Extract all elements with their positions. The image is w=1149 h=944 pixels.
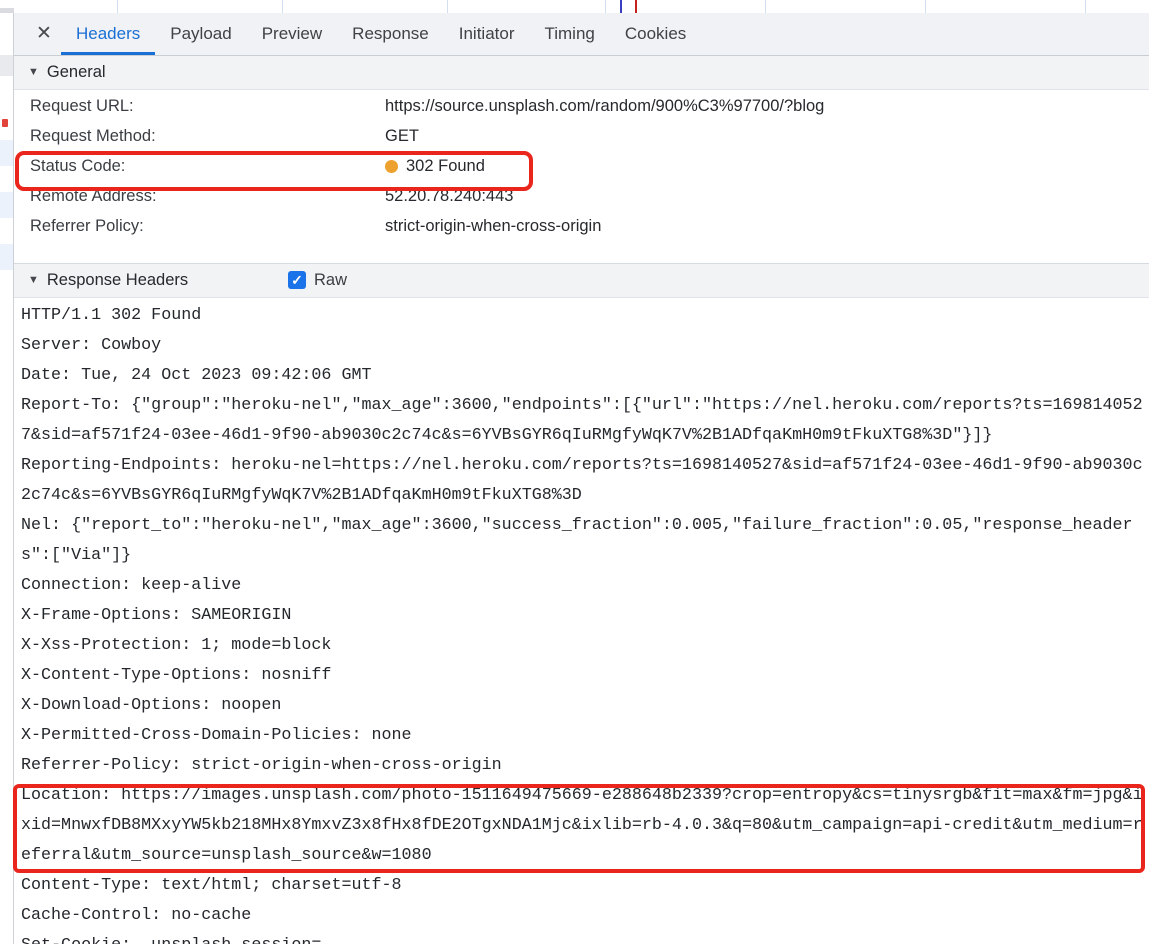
column-divider: [605, 0, 606, 13]
raw-checkbox-label[interactable]: Raw: [314, 271, 347, 290]
raw-header-line: X-Content-Type-Options: nosniff: [14, 661, 1149, 691]
header-row-value-text: 52.20.78.240:443: [385, 187, 513, 206]
tab-response[interactable]: Response: [337, 13, 444, 55]
column-divider: [1085, 0, 1086, 13]
header-row-label: Status Code:: [30, 157, 385, 176]
raw-header-line: HTTP/1.1 302 Found: [14, 301, 1149, 331]
column-divider: [765, 0, 766, 13]
tab-timing[interactable]: Timing: [529, 13, 609, 55]
header-row-label: Remote Address:: [30, 187, 385, 206]
failed-request-text-fragment: [2, 119, 8, 127]
general-rows: Request URL:https://source.unsplash.com/…: [14, 91, 1149, 241]
raw-header-line: X-Frame-Options: SAMEORIGIN: [14, 601, 1149, 631]
header-row-value: https://source.unsplash.com/random/900%C…: [385, 97, 1149, 116]
header-row-label: Referrer Policy:: [30, 217, 385, 236]
raw-header-line: Server: Cowboy: [14, 331, 1149, 361]
network-waterfall-edge: [0, 0, 1149, 14]
disclosure-triangle-icon[interactable]: ▼: [28, 274, 39, 286]
tab-cookies[interactable]: Cookies: [610, 13, 701, 55]
devtools-network-headers-panel: ✕ HeadersPayloadPreviewResponseInitiator…: [0, 0, 1149, 944]
header-row-request-method: Request Method:GET: [14, 121, 1149, 151]
raw-header-line-clipped: Set-Cookie: _unsplash_session=…: [14, 931, 1149, 944]
disclosure-triangle-icon[interactable]: ▼: [28, 66, 39, 78]
raw-header-line-location: eferral&utm_source=unsplash_source&w=108…: [14, 841, 1149, 871]
raw-header-line-location: xid=MnwxfDB8MXxyYW5kb218MHx8YmxvZ3x8fHx8…: [14, 811, 1149, 841]
header-row-value-text: https://source.unsplash.com/random/900%C…: [385, 97, 824, 116]
raw-header-line: Connection: keep-alive: [14, 571, 1149, 601]
raw-checkbox[interactable]: ✓: [288, 271, 306, 289]
header-row-value: 52.20.78.240:443: [385, 187, 1149, 206]
load-event-marker: [635, 0, 637, 13]
header-row-value: GET: [385, 127, 1149, 146]
header-row-value-text: GET: [385, 127, 419, 146]
raw-header-line: Nel: {"report_to":"heroku-nel","max_age"…: [14, 511, 1149, 541]
raw-header-line: Cache-Control: no-cache: [14, 901, 1149, 931]
raw-header-line: X-Permitted-Cross-Domain-Policies: none: [14, 721, 1149, 751]
header-row-value-text: strict-origin-when-cross-origin: [385, 217, 601, 236]
general-section-title: General: [47, 63, 106, 82]
details-tab-bar: ✕ HeadersPayloadPreviewResponseInitiator…: [14, 13, 1149, 56]
request-row-fragment: [0, 192, 13, 218]
response-headers-section-title: Response Headers: [47, 271, 188, 290]
tab-preview[interactable]: Preview: [247, 13, 337, 55]
raw-header-line: Reporting-Endpoints: heroku-nel=https://…: [14, 451, 1149, 481]
header-row-label: Request URL:: [30, 97, 385, 116]
raw-header-line: Date: Tue, 24 Oct 2023 09:42:06 GMT: [14, 361, 1149, 391]
raw-header-line-location: Location: https://images.unsplash.com/ph…: [14, 781, 1149, 811]
raw-header-line: 7&sid=af571f24-03ee-46d1-9f90-ab9030c2c7…: [14, 421, 1149, 451]
request-list-edge: [0, 13, 14, 944]
raw-response-headers: HTTP/1.1 302 FoundServer: CowboyDate: Tu…: [14, 298, 1149, 944]
raw-header-line: Report-To: {"group":"heroku-nel","max_ag…: [14, 391, 1149, 421]
header-row-status-code: Status Code: 302 Found: [14, 151, 1149, 181]
status-dot-icon: [385, 160, 398, 173]
raw-header-line: Content-Type: text/html; charset=utf-8: [14, 871, 1149, 901]
header-row-referrer-policy: Referrer Policy:strict-origin-when-cross…: [14, 211, 1149, 241]
raw-header-line: X-Download-Options: noopen: [14, 691, 1149, 721]
request-row-fragment: [0, 140, 13, 166]
column-divider: [925, 0, 926, 13]
header-row-label: Request Method:: [30, 127, 385, 146]
domcontentloaded-marker: [620, 0, 622, 13]
header-row-value-text: 302 Found: [406, 157, 485, 176]
tab-headers[interactable]: Headers: [61, 13, 155, 55]
tab-initiator[interactable]: Initiator: [444, 13, 530, 55]
request-row-fragment: [0, 55, 13, 76]
column-divider: [117, 0, 118, 13]
raw-header-line: s":["Via"]}: [14, 541, 1149, 571]
column-divider: [447, 0, 448, 13]
response-headers-section-header[interactable]: ▼ Response Headers ✓ Raw: [14, 263, 1149, 298]
raw-header-line: 2c74c&s=6YVBsGYR6qIuRMgfyWqK7V%2B1ADfqaK…: [14, 481, 1149, 511]
tab-payload[interactable]: Payload: [155, 13, 246, 55]
column-divider: [282, 0, 283, 13]
tabs: HeadersPayloadPreviewResponseInitiatorTi…: [61, 13, 701, 55]
raw-header-line: Referrer-Policy: strict-origin-when-cros…: [14, 751, 1149, 781]
header-row-value: strict-origin-when-cross-origin: [385, 217, 1149, 236]
header-row-value: 302 Found: [385, 157, 1149, 176]
header-row-request-url: Request URL:https://source.unsplash.com/…: [14, 91, 1149, 121]
close-icon[interactable]: ✕: [34, 24, 54, 44]
general-section-header[interactable]: ▼ General: [14, 56, 1149, 90]
raw-header-line: X-Xss-Protection: 1; mode=block: [14, 631, 1149, 661]
request-row-fragment: [0, 244, 13, 270]
header-row-remote-address: Remote Address:52.20.78.240:443: [14, 181, 1149, 211]
